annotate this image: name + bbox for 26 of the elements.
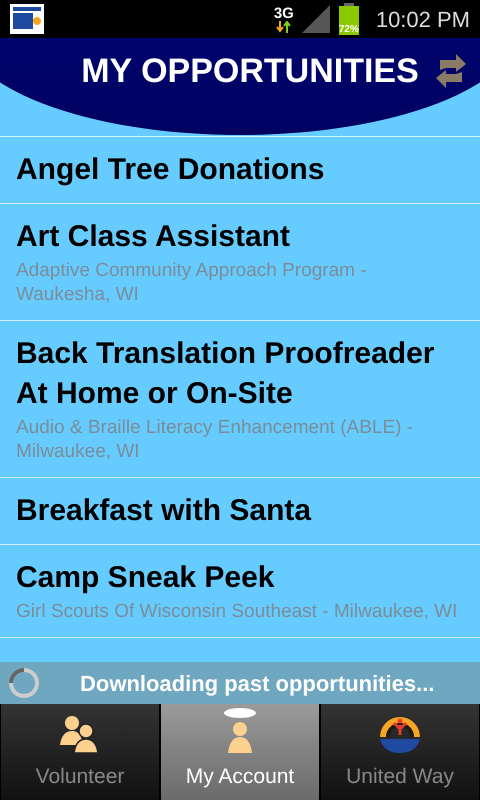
refresh-icon[interactable] <box>436 52 466 90</box>
network-type: 3G <box>274 6 294 20</box>
loading-spinner-icon <box>8 667 40 699</box>
app-logo-icon <box>10 4 44 34</box>
opportunity-row[interactable]: Breakfast with Santa <box>0 478 480 545</box>
tab[interactable]: My Account <box>161 704 319 800</box>
opportunity-row[interactable]: Back Translation Proofreader At Home or On-Site Audio & Braille Literacy Enhancement (ABLE) - Milwaukee, WI <box>0 321 480 478</box>
organization-text: Audio & Braille Literacy Enhancement (ABLE) - Milwaukee, WI <box>16 416 414 464</box>
toast-message: Downloading past opportunities... <box>80 670 434 698</box>
opportunity-row[interactable]: Angel Tree Donations <box>0 137 480 204</box>
page-title: MY OPPORTUNITIES <box>81 51 419 92</box>
tab[interactable]: Volunteer <box>1 704 159 800</box>
battery-level: 72% <box>338 25 359 35</box>
opportunity-title: Angel Tree Donations <box>16 152 326 188</box>
opportunity-title: Breakfast with Santa <box>16 493 312 529</box>
opportunity-title: Art Class Assistant <box>16 219 291 255</box>
clock: 10:02 PM <box>376 6 470 34</box>
opportunity-row[interactable]: Art Class Assistant Adaptive Community Approach Program - Waukesha, WI <box>0 204 480 321</box>
opportunity-row[interactable]: Camp Sneak Peek Girl Scouts Of Wisconsin Southeast - Milwaukee, WI <box>0 545 480 638</box>
organization-text: Adaptive Community Approach Program - Waukesha, WI <box>16 259 368 307</box>
opportunity-title: Camp Sneak Peek <box>16 560 276 596</box>
opportunity-title: Back Translation Proofreader At Home or On-Site <box>16 336 436 412</box>
organization-text: Girl Scouts Of Wisconsin Southeast - Milwaukee, WI <box>16 600 458 624</box>
signal-icon <box>302 5 330 33</box>
tab[interactable]: United Way <box>321 704 479 800</box>
data-arrows-icon <box>276 20 292 32</box>
